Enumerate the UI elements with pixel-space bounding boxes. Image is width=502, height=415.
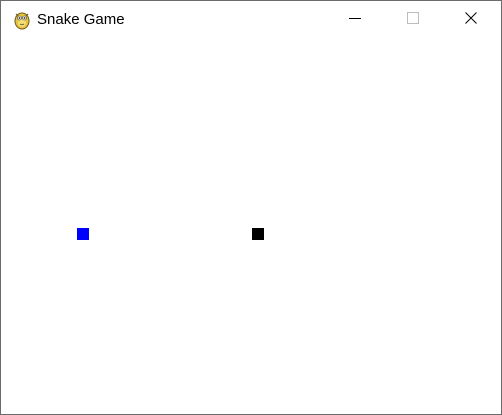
food-block [77, 228, 89, 240]
snake-head [252, 228, 264, 240]
maximize-button[interactable] [390, 1, 436, 39]
pygame-snake-icon [12, 10, 32, 30]
title-bar[interactable]: Snake Game [1, 1, 501, 39]
game-canvas[interactable] [1, 39, 501, 414]
maximize-icon [407, 11, 419, 29]
close-icon [465, 11, 477, 29]
close-button[interactable] [448, 1, 494, 39]
minimize-button[interactable] [332, 1, 378, 39]
minimize-icon [349, 11, 361, 29]
window-title: Snake Game [37, 11, 125, 28]
game-window: Snake Game [0, 0, 502, 415]
